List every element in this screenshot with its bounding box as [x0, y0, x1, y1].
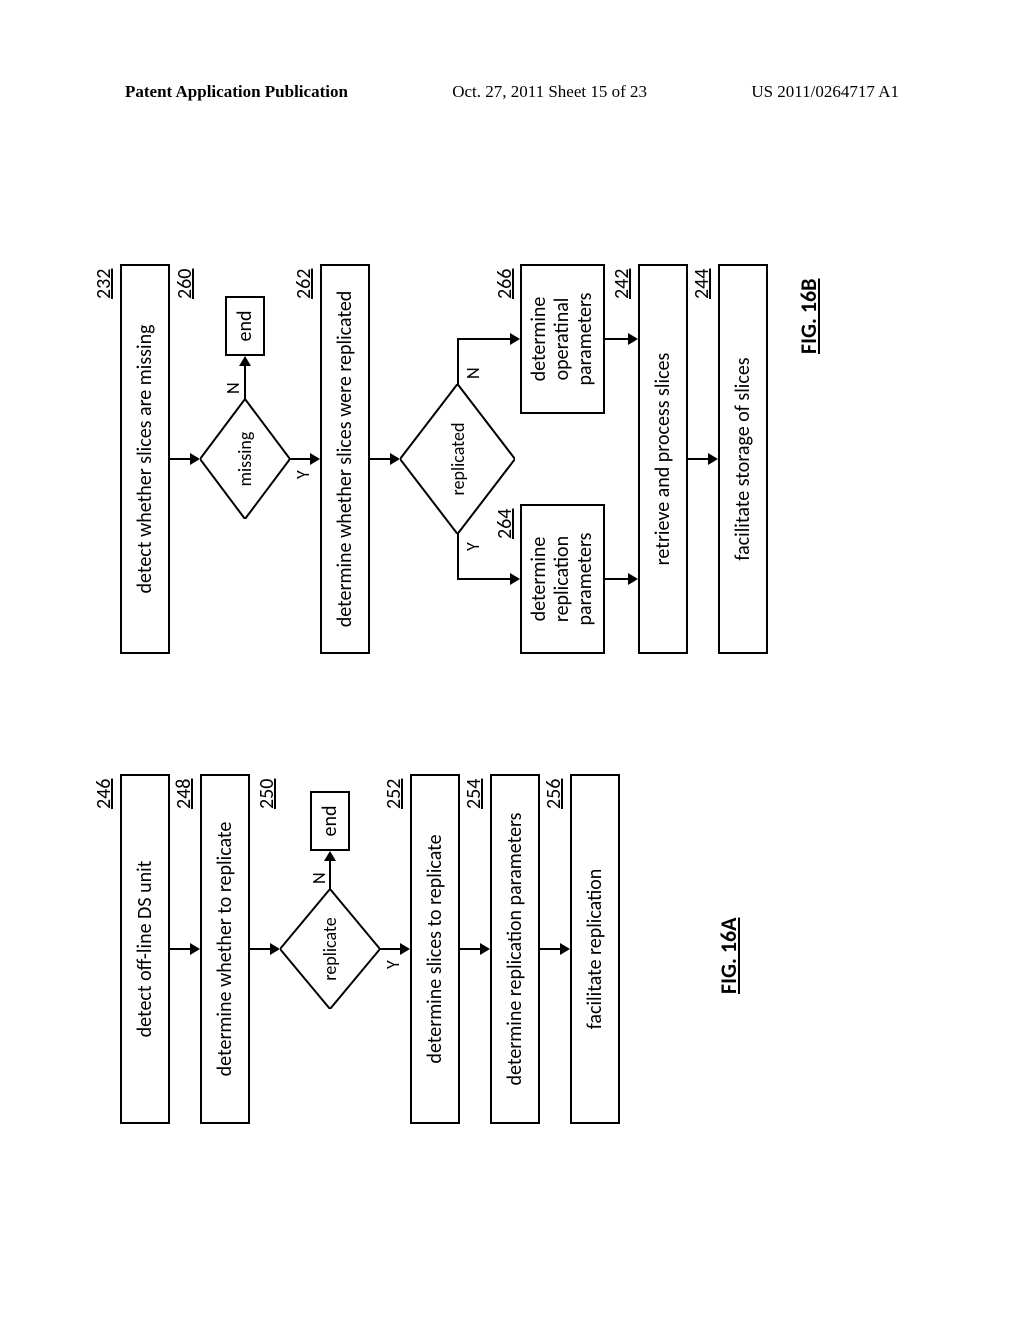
- arrow-head-icon: [560, 943, 570, 955]
- box-248: determine whether to replicate: [200, 774, 250, 1124]
- arrow: [370, 458, 392, 460]
- box-244: facilitate storage of slices: [718, 264, 768, 654]
- label-n: N: [462, 367, 484, 379]
- ref-266: 266: [493, 269, 517, 299]
- arrow-head-icon: [270, 943, 280, 955]
- label-y: Y: [462, 542, 484, 551]
- arrow-head-icon: [628, 333, 638, 345]
- diamond-260-text: missing: [200, 399, 290, 519]
- label-n: N: [222, 382, 244, 394]
- flowchart-16a: 246 detect off-line DS unit 248 determin…: [100, 754, 780, 1124]
- box-252: determine slices to replicate: [410, 774, 460, 1124]
- ref-248: 248: [172, 779, 196, 809]
- box-266: determine operatinal parameters: [520, 264, 605, 414]
- diamond-250: replicate: [280, 889, 380, 1009]
- arrow: [380, 948, 402, 950]
- ref-260: 260: [173, 269, 197, 299]
- ref-262: 262: [292, 269, 316, 299]
- box-256: facilitate replication: [570, 774, 620, 1124]
- arrow: [605, 338, 630, 340]
- box-262: determine whether slices were replicated: [320, 264, 370, 654]
- box-264: determine replication parameters: [520, 504, 605, 654]
- fig-label-16a: FIG. 16A: [715, 918, 742, 994]
- arrow-head-icon: [190, 943, 200, 955]
- box-242: retrieve and process slices: [638, 264, 688, 654]
- arrow: [290, 458, 312, 460]
- arrow: [540, 948, 562, 950]
- arrow: [457, 338, 459, 384]
- ref-254: 254: [462, 779, 486, 809]
- diamond-260: missing: [200, 399, 290, 519]
- arrow: [460, 948, 482, 950]
- arrow: [457, 534, 459, 580]
- label-y: Y: [382, 960, 404, 969]
- ref-252: 252: [382, 779, 406, 809]
- header-right: US 2011/0264717 A1: [751, 82, 899, 102]
- arrow-head-icon: [510, 333, 520, 345]
- header-left: Patent Application Publication: [125, 82, 348, 102]
- arrow-head-icon: [708, 453, 718, 465]
- arrow: [170, 948, 192, 950]
- arrow: [688, 458, 710, 460]
- label-n: N: [308, 872, 330, 884]
- box-end-260: end: [225, 296, 265, 356]
- arrow-head-icon: [310, 453, 320, 465]
- arrow: [170, 458, 192, 460]
- arrow-head-icon: [400, 943, 410, 955]
- page-header: Patent Application Publication Oct. 27, …: [0, 82, 1024, 102]
- ref-250: 250: [255, 779, 279, 809]
- box-end-250: end: [310, 791, 350, 851]
- arrow: [329, 859, 331, 889]
- arrow: [250, 948, 272, 950]
- arrow: [605, 578, 630, 580]
- box-254: determine replication parameters: [490, 774, 540, 1124]
- arrow-head-icon: [628, 573, 638, 585]
- arrow-head-icon: [239, 356, 251, 366]
- diamond-250-text: replicate: [280, 889, 380, 1009]
- box-232: detect whether slices are missing: [120, 264, 170, 654]
- ref-256: 256: [542, 779, 566, 809]
- ref-244: 244: [690, 269, 714, 299]
- arrow-head-icon: [390, 453, 400, 465]
- box-246: detect off-line DS unit: [120, 774, 170, 1124]
- ref-232: 232: [92, 269, 116, 299]
- ref-246: 246: [92, 779, 116, 809]
- arrow: [457, 338, 512, 340]
- header-center: Oct. 27, 2011 Sheet 15 of 23: [452, 82, 647, 102]
- fig-label-16b: FIG. 16B: [795, 279, 822, 354]
- arrow-head-icon: [480, 943, 490, 955]
- arrow: [244, 364, 246, 399]
- arrow-head-icon: [190, 453, 200, 465]
- arrow-head-icon: [324, 851, 336, 861]
- ref-242: 242: [610, 269, 634, 299]
- label-y: Y: [292, 470, 314, 479]
- arrow-head-icon: [510, 573, 520, 585]
- arrow: [457, 578, 512, 580]
- flowchart-16b: 232 detect whether slices are missing 26…: [100, 244, 860, 654]
- ref-264: 264: [493, 509, 517, 539]
- diagram-area: 246 detect off-line DS unit 248 determin…: [0, 170, 1024, 1194]
